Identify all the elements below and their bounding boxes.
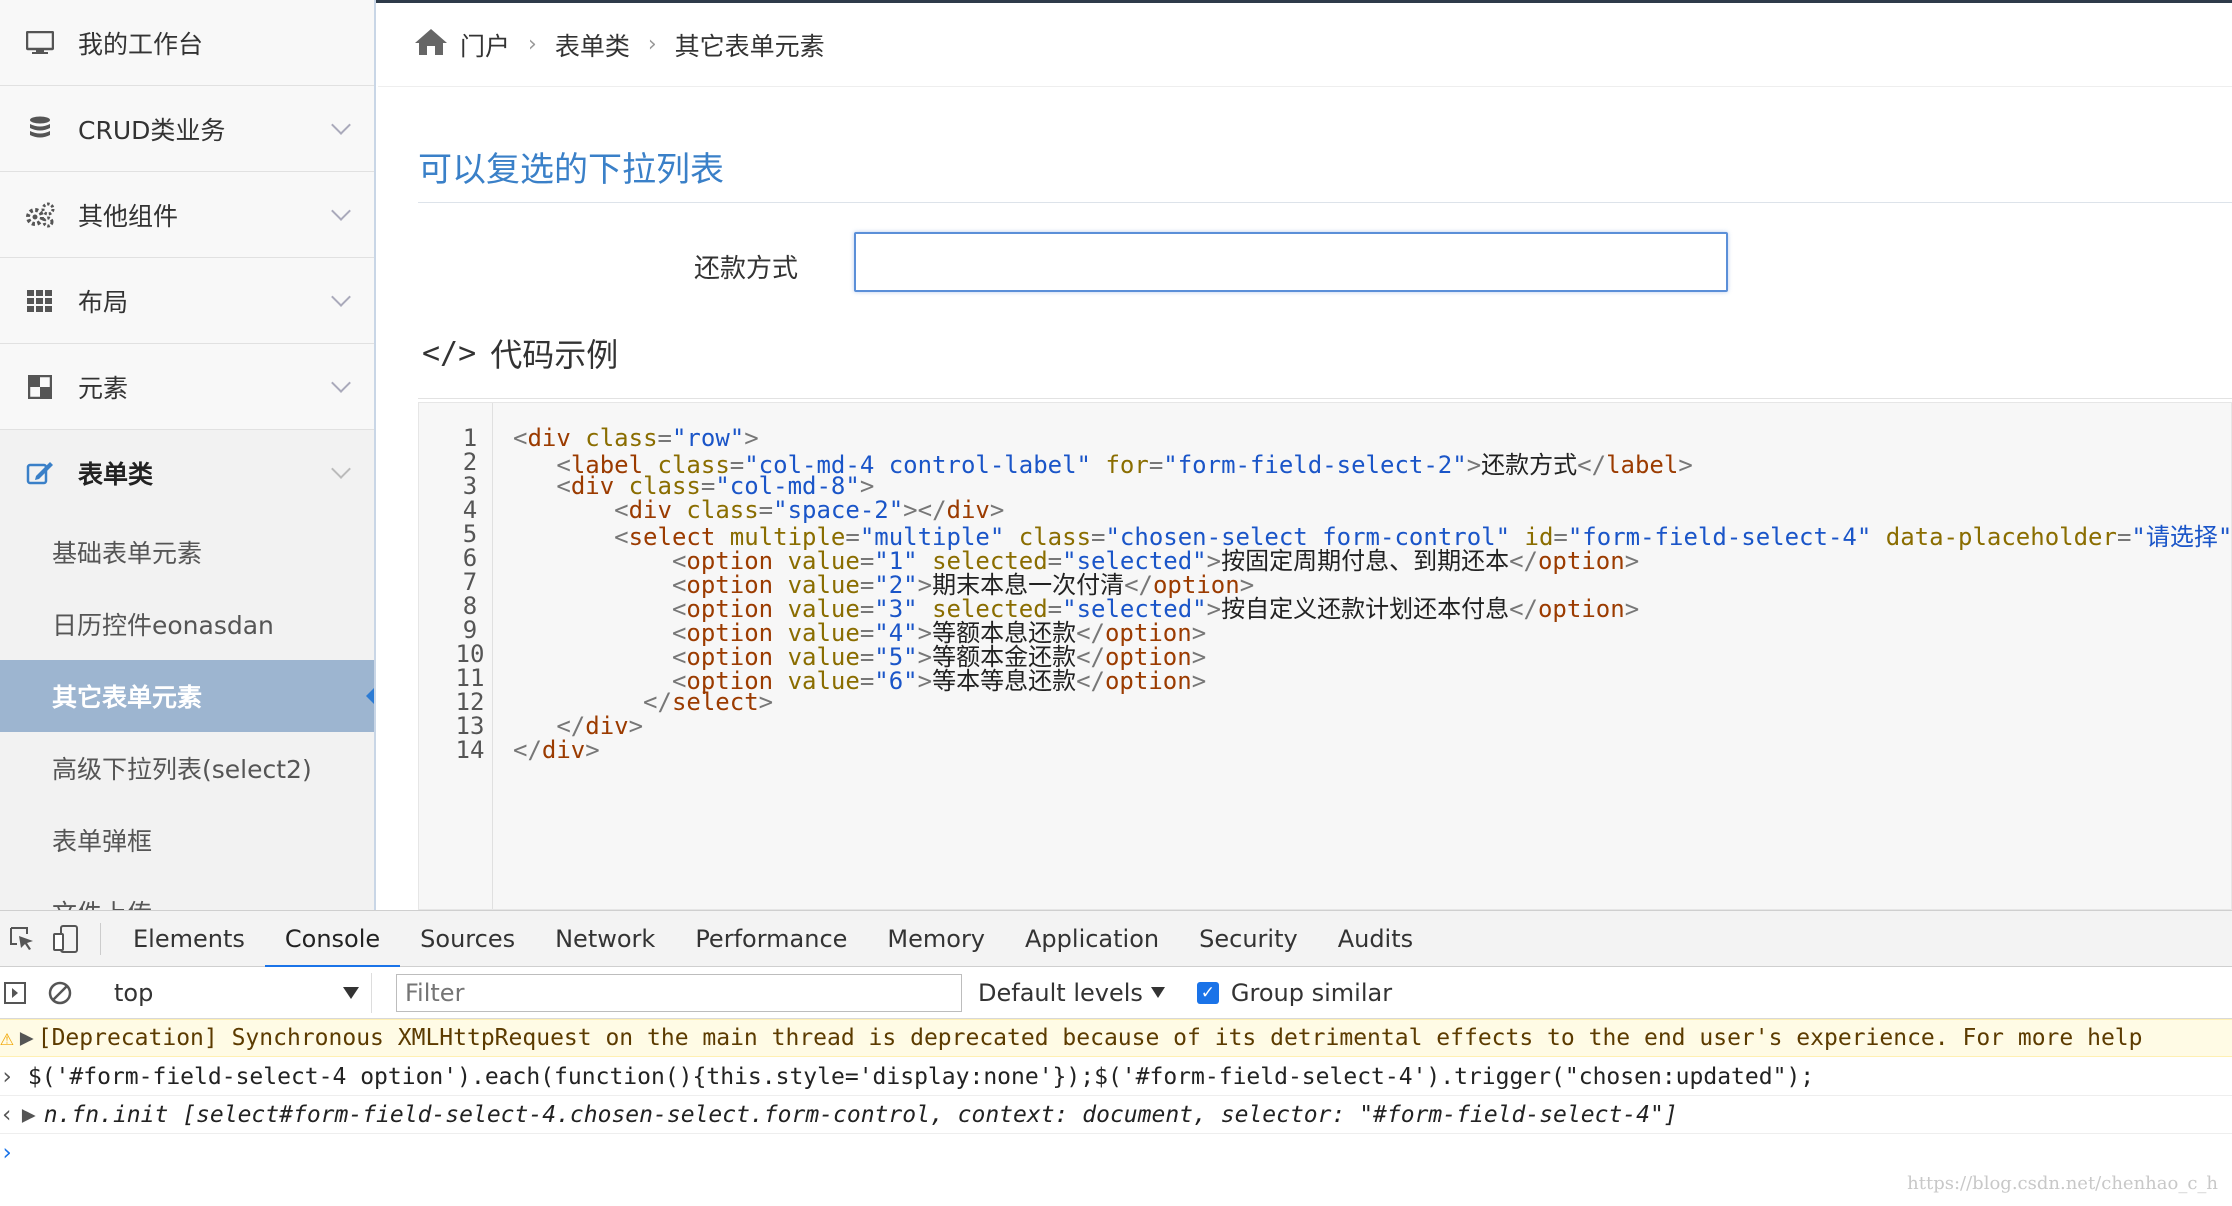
console-command: › $('#form-field-select-4 option').each(f… bbox=[0, 1058, 2232, 1096]
tab-audits[interactable]: Audits bbox=[1318, 911, 1433, 967]
caret-down-icon bbox=[343, 986, 359, 999]
group-similar-label: Group similar bbox=[1230, 978, 1393, 1007]
input-caret-icon: › bbox=[0, 1063, 14, 1090]
sidebar-item-label: 布局 bbox=[78, 287, 129, 317]
blocks-icon bbox=[20, 374, 60, 399]
divider bbox=[418, 202, 2232, 203]
sidebar-subitem-file-upload[interactable]: 文件上传 bbox=[0, 876, 374, 910]
result-text: n.fn.init [select#form-field-select-4.ch… bbox=[43, 1101, 1678, 1128]
chevron-right-icon: › bbox=[647, 32, 657, 57]
expand-triangle-icon[interactable]: ▶ bbox=[20, 1025, 34, 1051]
chevron-down-icon bbox=[331, 287, 351, 307]
device-toolbar-icon[interactable] bbox=[44, 911, 88, 967]
console-result[interactable]: ‹ ▶ n.fn.init [select#form-field-select-4.… bbox=[0, 1096, 2232, 1134]
chevron-down-icon bbox=[331, 115, 351, 135]
filter-input[interactable] bbox=[396, 973, 962, 1012]
context-value: top bbox=[114, 978, 154, 1007]
tab-network[interactable]: Network bbox=[535, 911, 675, 967]
result-caret-icon: ‹ bbox=[0, 1101, 14, 1128]
sidebar-item-label: 表单类 bbox=[78, 460, 154, 489]
code-block: 1 <div class="row"> 2 <label class="col-m… bbox=[418, 402, 2232, 910]
main-content: 可以复选的下拉列表 还款方式 </> 代码示例 1 <div class="row… bbox=[378, 88, 2232, 910]
warning-icon: ⚠ bbox=[0, 1025, 14, 1051]
repayment-label: 还款方式 bbox=[694, 254, 799, 284]
code-section-label: 代码示例 bbox=[490, 336, 619, 374]
devtools-tabbar: Elements Console Sources Network Perform… bbox=[0, 911, 2232, 968]
tab-performance[interactable]: Performance bbox=[675, 911, 867, 967]
log-levels-label: Default levels bbox=[978, 978, 1143, 1007]
breadcrumb-portal[interactable]: 门户 bbox=[460, 27, 510, 63]
breadcrumb-forms[interactable]: 表单类 bbox=[555, 27, 630, 63]
tab-elements[interactable]: Elements bbox=[113, 911, 265, 967]
tab-application[interactable]: Application bbox=[1005, 911, 1179, 967]
inspect-element-icon[interactable] bbox=[0, 911, 44, 967]
divider bbox=[100, 922, 101, 955]
console-prompt[interactable]: › bbox=[0, 1134, 2232, 1172]
database-icon bbox=[20, 116, 60, 142]
chevron-right-icon: › bbox=[528, 32, 537, 57]
clear-console-icon[interactable] bbox=[30, 980, 90, 1006]
devtools-panel: Elements Console Sources Network Perform… bbox=[0, 910, 2232, 1206]
tab-memory[interactable]: Memory bbox=[867, 911, 1005, 967]
repayment-multiselect[interactable] bbox=[854, 232, 1728, 292]
sidebar-subitem-form-dialog[interactable]: 表单弹框 bbox=[0, 804, 374, 876]
console-toolbar: top Default levels ✓ Group similar bbox=[0, 967, 2232, 1019]
sidebar: 我的工作台 CRUD类业务 其他组件 布局 元素 表单类 基础表单元素 日历控件… bbox=[0, 0, 376, 910]
sidebar-subitem-basic-form[interactable]: 基础表单元素 bbox=[0, 516, 374, 588]
sidebar-item-label: 元素 bbox=[78, 373, 129, 403]
tab-console[interactable]: Console bbox=[264, 911, 401, 968]
log-levels-dropdown[interactable]: Default levels bbox=[978, 979, 1165, 1007]
expand-triangle-icon[interactable]: ▶ bbox=[22, 1102, 36, 1128]
code-icon: </> bbox=[422, 335, 477, 371]
sidebar-item-label: CRUD类业务 bbox=[78, 115, 226, 145]
grid-icon bbox=[20, 289, 60, 312]
monitor-icon bbox=[20, 30, 60, 55]
command-text: $('#form-field-select-4 option').each(fu… bbox=[27, 1063, 1815, 1090]
console-warning[interactable]: ⚠ ▶ [Deprecation] Synchronous XMLHttpReque… bbox=[0, 1019, 2232, 1057]
home-icon[interactable] bbox=[414, 28, 448, 62]
breadcrumb-current: 其它表单元素 bbox=[674, 31, 825, 61]
warning-text: [Deprecation] Synchronous XMLHttpRequest… bbox=[37, 1025, 2143, 1051]
sidebar-toggle-icon[interactable] bbox=[0, 981, 30, 1004]
sidebar-item-label: 我的工作台 bbox=[78, 29, 204, 59]
sidebar-item-crud[interactable]: CRUD类业务 bbox=[0, 86, 374, 172]
group-similar-checkbox[interactable]: ✓ Group similar bbox=[1196, 978, 1393, 1007]
sidebar-item-label: 其他组件 bbox=[78, 201, 179, 231]
sidebar-subitem-select2[interactable]: 高级下拉列表(select2) bbox=[0, 732, 374, 804]
sidebar-item-components[interactable]: 其他组件 bbox=[0, 172, 374, 258]
sidebar-subitem-other-form[interactable]: 其它表单元素 bbox=[0, 660, 374, 732]
sidebar-item-forms[interactable]: 表单类 bbox=[0, 430, 374, 516]
breadcrumb: 门户 › 表单类 › 其它表单元素 bbox=[378, 3, 2232, 87]
code-section-title: </> 代码示例 bbox=[422, 330, 618, 376]
checkmark-icon: ✓ bbox=[1196, 981, 1219, 1004]
page-title: 可以复选的下拉列表 bbox=[418, 150, 724, 190]
caret-down-icon bbox=[1150, 987, 1165, 998]
sidebar-item-layout[interactable]: 布局 bbox=[0, 258, 374, 344]
tab-security[interactable]: Security bbox=[1179, 911, 1318, 967]
watermark: https://blog.csdn.net/chenhao_c_h bbox=[1907, 1173, 2218, 1194]
divider bbox=[418, 398, 2232, 399]
edit-icon bbox=[20, 460, 60, 486]
sidebar-item-elements[interactable]: 元素 bbox=[0, 344, 374, 430]
sidebar-item-workbench[interactable]: 我的工作台 bbox=[0, 0, 374, 86]
prompt-caret-icon: › bbox=[0, 1140, 14, 1166]
sidebar-subitem-datepicker[interactable]: 日历控件eonasdan bbox=[0, 588, 374, 660]
context-select[interactable]: top bbox=[102, 972, 372, 1013]
chevron-down-icon bbox=[331, 201, 351, 221]
chevron-down-icon bbox=[331, 373, 351, 393]
tab-sources[interactable]: Sources bbox=[400, 911, 535, 967]
chevron-down-icon bbox=[331, 459, 351, 479]
gears-icon bbox=[20, 202, 60, 228]
